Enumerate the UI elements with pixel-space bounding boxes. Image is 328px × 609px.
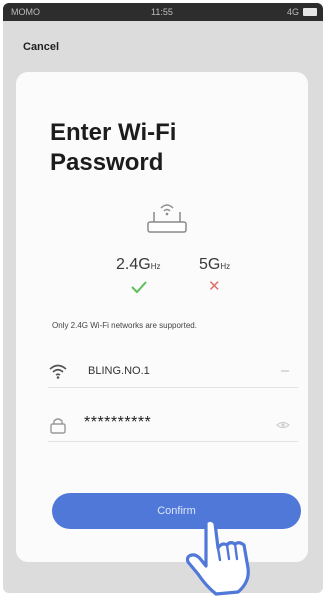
supported-networks-note: Only 2.4G Wi-Fi networks are supported. xyxy=(52,321,197,330)
band-5g-unit: Hz xyxy=(220,262,231,271)
lock-icon xyxy=(50,418,66,434)
password-field[interactable]: ********** xyxy=(48,412,298,442)
band-5g-label: 5GHz xyxy=(199,256,230,274)
eye-icon[interactable] xyxy=(276,418,290,432)
page-title: Enter Wi-Fi Password xyxy=(50,119,177,176)
tap-hand-icon xyxy=(185,518,250,596)
cross-icon: ✕ xyxy=(208,278,221,295)
carrier-label: MOMO xyxy=(11,7,40,17)
cancel-button[interactable]: Cancel xyxy=(23,41,59,53)
band-2g-value: 2.4G xyxy=(116,256,151,273)
wifi-icon xyxy=(49,364,67,379)
band-5g-value: 5G xyxy=(199,256,221,273)
chevron-icon[interactable] xyxy=(278,364,292,378)
check-icon xyxy=(131,281,147,294)
divider xyxy=(48,387,298,388)
ssid-field[interactable]: BLING.NO.1 xyxy=(48,358,298,388)
band-2g-unit: Hz xyxy=(150,262,161,271)
network-status: 4G xyxy=(286,7,299,17)
band-2g-label: 2.4GHz xyxy=(116,256,160,274)
divider xyxy=(48,441,298,442)
router-icon xyxy=(147,204,187,233)
status-bar: MOMO 11:55 4G xyxy=(3,3,323,21)
ssid-value: BLING.NO.1 xyxy=(88,365,150,377)
battery-icon xyxy=(303,8,317,16)
password-value: ********** xyxy=(84,414,152,431)
clock: 11:55 xyxy=(151,7,173,17)
